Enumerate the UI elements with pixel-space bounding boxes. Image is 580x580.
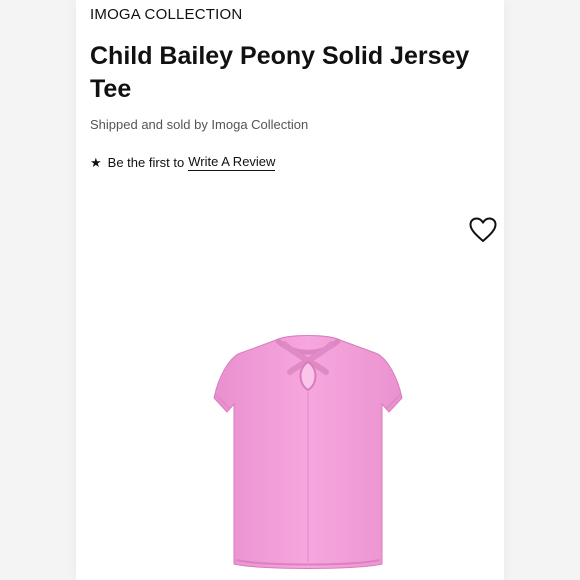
product-image — [213, 335, 403, 569]
review-prompt: ★ Be the first to Write A Review — [90, 154, 276, 171]
seller-info: Shipped and sold by Imoga Collection — [90, 117, 309, 132]
star-icon: ★ — [90, 155, 102, 170]
write-review-link[interactable]: Write A Review — [188, 154, 276, 171]
review-prompt-text: Be the first to — [107, 155, 185, 170]
brand-link[interactable]: IMOGA COLLECTION — [90, 6, 242, 23]
product-page: IMOGA COLLECTION Child Bailey Peony Soli… — [76, 0, 504, 580]
product-title: Child Bailey Peony Solid Jersey Tee — [90, 42, 470, 103]
heart-icon[interactable] — [469, 217, 497, 243]
